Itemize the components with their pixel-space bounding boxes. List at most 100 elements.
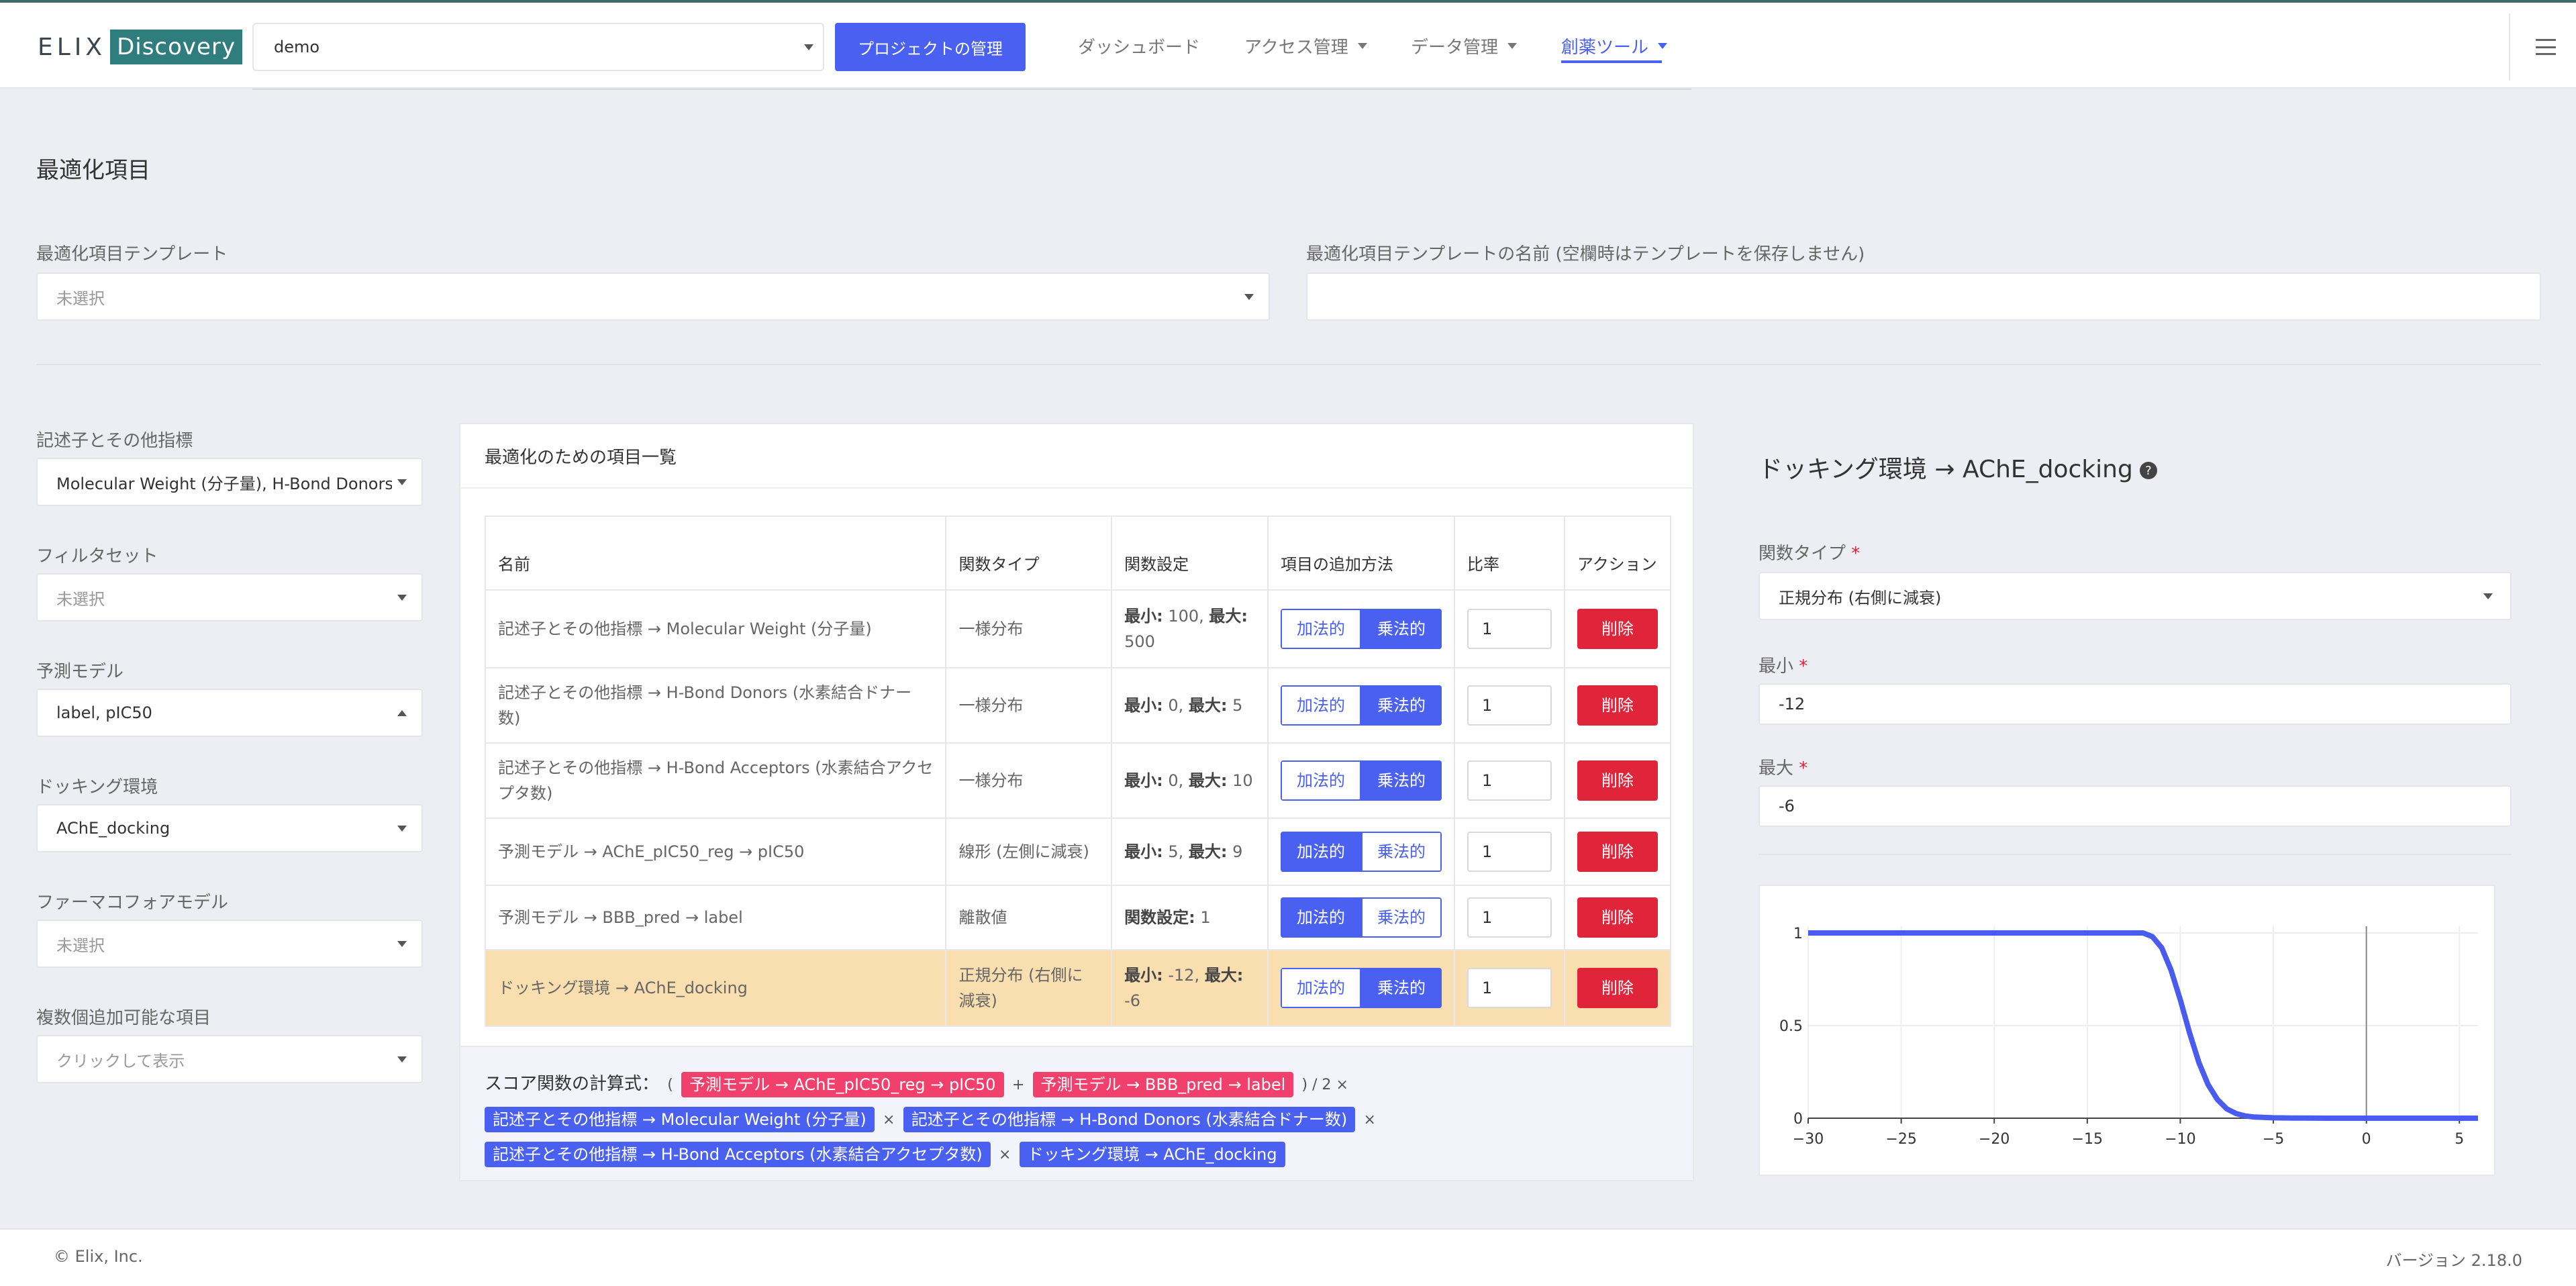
- template-select[interactable]: 未選択: [36, 273, 1270, 321]
- nav-dashboard[interactable]: ダッシュボード: [1078, 34, 1200, 58]
- table-row[interactable]: 予測モデル → AChE_pIC50_reg → pIC50 線形 (左側に減衰)…: [484, 818, 1672, 886]
- setting-value: 5: [1227, 696, 1243, 715]
- row-ratio: 1: [1453, 742, 1565, 819]
- min-label-text: 最小: [1758, 656, 1794, 677]
- additive-button[interactable]: 加法的: [1280, 609, 1361, 649]
- row-action: 削除: [1563, 818, 1672, 886]
- formula-term-additive: 予測モデル → BBB_pred → label: [1032, 1071, 1294, 1097]
- setting-value: 100,: [1162, 607, 1209, 626]
- chart-y-tick-label: 1: [1793, 926, 1803, 942]
- project-select[interactable]: demo: [252, 23, 824, 71]
- template-select-value: 未選択: [56, 289, 105, 308]
- row-ratio: 1: [1453, 667, 1565, 744]
- ratio-input[interactable]: 1: [1467, 968, 1552, 1008]
- ratio-input[interactable]: 1: [1467, 897, 1552, 938]
- left-field-select[interactable]: AChE_docking: [36, 804, 423, 852]
- footer: © Elix, Inc. バージョン 2.18.0: [0, 1228, 2576, 1286]
- formula-open-paren: (: [667, 1077, 673, 1093]
- detail-title-text: ドッキング環境 → AChE_docking: [1758, 456, 2133, 483]
- ratio-input[interactable]: 1: [1467, 760, 1552, 801]
- multiplicative-button[interactable]: 乗法的: [1360, 685, 1442, 726]
- delete-button[interactable]: 削除: [1577, 760, 1658, 801]
- min-input[interactable]: -12: [1758, 683, 2512, 725]
- table-row[interactable]: 記述子とその他指標 → Molecular Weight (分子量) 一様分布 最小…: [484, 589, 1672, 669]
- add-method-toggle: 加法的 乗法的: [1280, 897, 1442, 938]
- row-add-method: 加法的 乗法的: [1267, 667, 1455, 744]
- nav-data[interactable]: データ管理: [1411, 34, 1518, 58]
- row-add-method: 加法的 乗法的: [1267, 589, 1455, 669]
- delete-button[interactable]: 削除: [1577, 968, 1658, 1008]
- delete-button[interactable]: 削除: [1577, 609, 1658, 649]
- nav-drug-tools[interactable]: 創薬ツール: [1561, 34, 1668, 58]
- add-method-toggle: 加法的 乗法的: [1280, 609, 1442, 649]
- row-settings: 最小: -12, 最大: -6: [1111, 949, 1269, 1027]
- left-field-select[interactable]: クリックして表示: [36, 1035, 423, 1083]
- chart-x-tick-label: −15: [2072, 1131, 2103, 1148]
- project-select-value: demo: [274, 38, 320, 56]
- score-function-chart-card: −30 −25 −20 −15 −10 −5 0 5 0 0.5 1: [1758, 885, 2495, 1176]
- nav-data-label: データ管理: [1411, 38, 1499, 58]
- formula-divide: ) / 2 ×: [1301, 1077, 1348, 1093]
- max-input[interactable]: -6: [1758, 785, 2512, 827]
- setting-key: 最大:: [1188, 842, 1228, 861]
- caret-down-icon: [1658, 43, 1668, 49]
- row-action: 削除: [1563, 589, 1672, 669]
- additive-button[interactable]: 加法的: [1280, 760, 1361, 801]
- ratio-input[interactable]: 1: [1467, 832, 1552, 872]
- row-name: 予測モデル → BBB_pred → label: [484, 885, 947, 950]
- left-field-value: 未選択: [56, 589, 105, 609]
- multiplicative-button[interactable]: 乗法的: [1360, 832, 1442, 872]
- row-function-type: 一様分布: [945, 589, 1113, 669]
- row-name: 記述子とその他指標 → H-Bond Acceptors (水素結合アクセプタ数…: [484, 742, 947, 819]
- multiplicative-button[interactable]: 乗法的: [1360, 609, 1442, 649]
- row-settings: 関数設定: 1: [1111, 885, 1269, 950]
- formula-plus: +: [1011, 1077, 1025, 1093]
- detail-divider: [1758, 854, 2512, 855]
- row-name: 予測モデル → AChE_pIC50_reg → pIC50: [484, 818, 947, 886]
- setting-value: 9: [1227, 842, 1243, 861]
- left-field-select[interactable]: label, pIC50: [36, 689, 423, 737]
- multiplicative-button[interactable]: 乗法的: [1360, 760, 1442, 801]
- additive-button[interactable]: 加法的: [1280, 897, 1361, 938]
- formula-term-multiplicative: 記述子とその他指標 → Molecular Weight (分子量): [485, 1106, 875, 1132]
- formula-label: スコア関数の計算式：: [485, 1074, 660, 1094]
- chevron-down-icon: [397, 1056, 407, 1062]
- table-row[interactable]: 記述子とその他指標 → H-Bond Donors (水素結合ドナー数) 一様分布…: [484, 667, 1672, 744]
- hamburger-menu-icon[interactable]: [2536, 39, 2556, 55]
- function-type-select[interactable]: 正規分布 (右側に減衰): [1758, 572, 2512, 620]
- row-action: 削除: [1563, 667, 1672, 744]
- col-ratio: 比率: [1453, 515, 1565, 591]
- multiplicative-button[interactable]: 乗法的: [1360, 968, 1442, 1008]
- chart-y-tick-label: 0: [1793, 1111, 1803, 1128]
- nav-access[interactable]: アクセス管理: [1244, 34, 1367, 58]
- table-row[interactable]: ドッキング環境 → AChE_docking 正規分布 (右側に減衰) 最小: -1…: [484, 949, 1672, 1027]
- delete-button[interactable]: 削除: [1577, 897, 1658, 938]
- left-field-select[interactable]: 未選択: [36, 920, 423, 968]
- row-name: 記述子とその他指標 → H-Bond Donors (水素結合ドナー数): [484, 667, 947, 744]
- additive-button[interactable]: 加法的: [1280, 685, 1361, 726]
- multiplicative-button[interactable]: 乗法的: [1360, 897, 1442, 938]
- row-function-type: 一様分布: [945, 742, 1113, 819]
- copyright: © Elix, Inc.: [54, 1247, 143, 1266]
- ratio-input[interactable]: 1: [1467, 685, 1552, 726]
- template-name-label: 最適化項目テンプレートの名前 (空欄時はテンプレートを保存しません): [1306, 244, 1865, 264]
- elix-logo[interactable]: ELIX Discovery: [38, 28, 243, 66]
- ratio-input[interactable]: 1: [1467, 609, 1552, 649]
- left-field-select[interactable]: Molecular Weight (分子量), H-Bond Donors (: [36, 458, 423, 506]
- row-function-type: 線形 (左側に減衰): [945, 818, 1113, 886]
- table-row[interactable]: 予測モデル → BBB_pred → label 離散値 関数設定: 1 加法的 乗法的…: [484, 885, 1672, 950]
- setting-key: 最大:: [1204, 966, 1244, 985]
- template-name-input[interactable]: [1306, 273, 2541, 321]
- table-row[interactable]: 記述子とその他指標 → H-Bond Acceptors (水素結合アクセプタ数…: [484, 742, 1672, 819]
- left-field-select[interactable]: 未選択: [36, 573, 423, 622]
- manage-project-button[interactable]: プロジェクトの管理: [835, 23, 1026, 71]
- delete-button[interactable]: 削除: [1577, 685, 1658, 726]
- additive-button[interactable]: 加法的: [1280, 832, 1361, 872]
- setting-value: 5,: [1162, 842, 1189, 861]
- add-method-toggle: 加法的 乗法的: [1280, 760, 1442, 801]
- help-icon[interactable]: ?: [2139, 462, 2157, 479]
- formula-term-multiplicative: ドッキング環境 → AChE_docking: [1019, 1141, 1285, 1167]
- additive-button[interactable]: 加法的: [1280, 968, 1361, 1008]
- logo-text: ELIX: [38, 33, 107, 61]
- delete-button[interactable]: 削除: [1577, 832, 1658, 872]
